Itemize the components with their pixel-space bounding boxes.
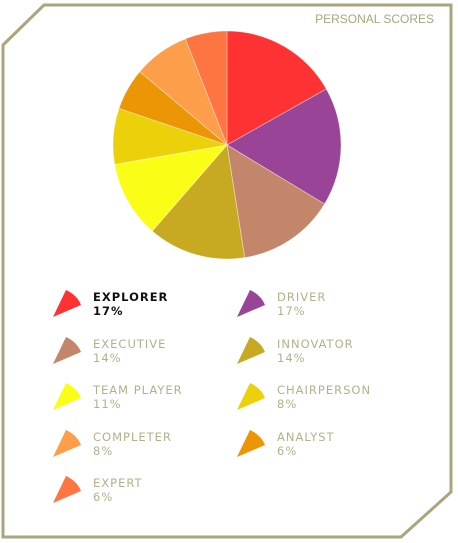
legend-item-team-player[interactable]: TEAM PLAYER 11% xyxy=(52,382,252,422)
legend-item-chairperson[interactable]: CHAIRPERSON 8% xyxy=(236,382,436,422)
wedge-icon xyxy=(237,383,265,410)
legend-label: ANALYST xyxy=(277,429,335,444)
legend-label: EXPLORER xyxy=(93,290,169,304)
legend-label: TEAM PLAYER xyxy=(93,383,183,397)
legend-label: CHAIRPERSON xyxy=(277,383,372,397)
wedge-icon xyxy=(53,290,81,317)
legend-item-completer[interactable]: COMPLETER 8% xyxy=(52,429,252,469)
wedge-icon xyxy=(53,336,81,364)
legend-item-executive[interactable]: EXECUTIVE 14% xyxy=(52,336,252,376)
legend-percent: 14% xyxy=(277,350,306,365)
pie-chart xyxy=(112,30,342,260)
wedge-icon xyxy=(237,290,265,317)
wedge-icon xyxy=(53,429,81,457)
legend-percent: 8% xyxy=(277,397,298,411)
legend-percent: 17% xyxy=(93,304,124,318)
wedge-icon xyxy=(53,476,81,503)
wedge-icon xyxy=(237,336,265,364)
wedge-icon xyxy=(53,383,81,410)
legend-percent: 6% xyxy=(93,490,114,504)
legend-label: EXECUTIVE xyxy=(93,336,167,351)
legend-item-expert[interactable]: EXPERT 6% xyxy=(52,475,252,515)
legend-item-explorer[interactable]: EXPLORER 17% xyxy=(52,289,252,329)
legend-percent: 17% xyxy=(277,304,306,318)
legend-label: COMPLETER xyxy=(93,429,172,444)
legend-item-driver[interactable]: DRIVER 17% xyxy=(236,289,436,329)
legend-label: DRIVER xyxy=(277,290,327,304)
legend-label: INNOVATOR xyxy=(277,336,354,351)
legend-item-analyst[interactable]: ANALYST 6% xyxy=(236,429,436,469)
legend-percent: 14% xyxy=(93,350,122,365)
wedge-icon xyxy=(237,429,265,457)
legend-percent: 8% xyxy=(93,443,114,458)
legend-percent: 11% xyxy=(93,397,122,411)
legend-label: EXPERT xyxy=(93,476,143,490)
legend-percent: 6% xyxy=(277,443,298,458)
legend-item-innovator[interactable]: INNOVATOR 14% xyxy=(236,336,436,376)
